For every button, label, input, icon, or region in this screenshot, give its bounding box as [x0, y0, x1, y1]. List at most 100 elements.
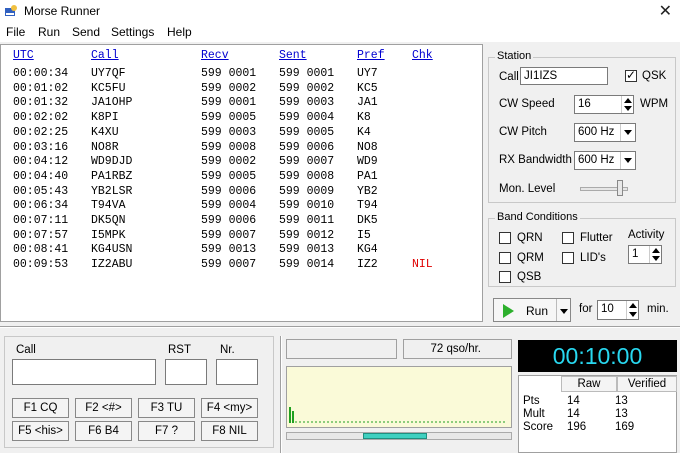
flutter-checkbox[interactable]	[562, 232, 574, 244]
log-row[interactable]: 00:02:25 K4XU 599 0003 599 0005 K4	[1, 126, 482, 140]
log-cell-call: K4XU	[91, 125, 119, 139]
band-conditions-title: Band Conditions	[495, 211, 580, 223]
f4-my-call-button[interactable]: F4 <my>	[201, 398, 258, 418]
rx-bandwidth-select[interactable]: 600 Hz	[574, 151, 636, 170]
log-cell-recv: 599 0005	[201, 169, 257, 183]
log-cell-recv: 599 0013	[201, 243, 257, 257]
log-cell-pref: T94	[357, 199, 378, 213]
qsb-checkbox[interactable]	[499, 271, 511, 283]
log-header-call: Call	[91, 49, 119, 62]
cw-pitch-select[interactable]: 600 Hz	[574, 123, 636, 142]
station-call-field[interactable]: JI1IZS	[520, 67, 608, 85]
spinner-arrows-icon[interactable]	[649, 246, 661, 263]
log-row[interactable]: 00:08:41 KG4USN 599 0013 599 0013 KG4	[1, 243, 482, 257]
chevron-down-icon[interactable]	[620, 152, 635, 169]
log-row[interactable]: 00:01:32 JA1OHP 599 0001 599 0003 JA1	[1, 96, 482, 110]
qso-log[interactable]: UTC Call Recv Sent Pref Chk 00:00:34 UY7Q…	[0, 44, 483, 322]
log-cell-chk: NIL	[412, 258, 433, 272]
mon-level-label: Mon. Level	[499, 183, 556, 195]
run-button[interactable]: Run	[493, 298, 571, 322]
menu-run[interactable]: Run	[38, 25, 60, 39]
qsk-checkbox[interactable]	[625, 68, 637, 82]
log-cell-utc: 00:03:16	[13, 140, 69, 154]
log-row[interactable]: 00:04:40 PA1RBZ 599 0005 599 0008 PA1	[1, 170, 482, 184]
score-verified: 13	[615, 408, 628, 420]
log-cell-pref: PA1	[357, 169, 378, 183]
log-header-recv: Recv	[201, 49, 229, 62]
f3-tu-button[interactable]: F3 TU	[138, 398, 195, 418]
log-cell-utc: 00:01:32	[13, 96, 69, 110]
f2-exchange-button[interactable]: F2 <#>	[75, 398, 132, 418]
log-cell-pref: KG4	[357, 243, 378, 257]
log-row[interactable]: 00:03:16 NO8R 599 0008 599 0006 NO8	[1, 141, 482, 155]
entry-nr-input[interactable]	[216, 359, 258, 385]
log-cell-call: K8PI	[91, 111, 119, 125]
log-cell-utc: 00:09:53	[13, 258, 69, 272]
log-cell-utc: 00:07:11	[13, 214, 69, 227]
log-header: UTC Call Recv Sent Pref Chk	[1, 49, 482, 63]
menu-help[interactable]: Help	[167, 25, 192, 39]
spinner-arrows-icon[interactable]	[626, 301, 638, 319]
log-cell-call: WD9DJD	[91, 155, 133, 169]
log-row[interactable]: 00:07:11 DK5QN 599 0006 599 0011 DK5	[1, 214, 482, 228]
log-cell-pref: WD9	[357, 155, 378, 169]
log-cell-call: PA1RBZ	[91, 169, 133, 183]
log-header-pref: Pref	[357, 49, 385, 62]
log-cell-call: IZ2ABU	[91, 258, 133, 272]
log-cell-sent: 599 0012	[279, 228, 335, 242]
f1-cq-button[interactable]: F1 CQ	[12, 398, 69, 418]
entry-call-input[interactable]	[12, 359, 156, 385]
run-minutes-spinner[interactable]: 10	[597, 300, 639, 320]
log-cell-call: DK5QN	[91, 214, 126, 227]
score-raw: 196	[567, 421, 587, 433]
activity-spinner[interactable]: 1	[628, 245, 662, 264]
score-header-verified: Verified	[617, 376, 677, 392]
log-row[interactable]: 00:02:02 K8PI 599 0005 599 0004 K8	[1, 111, 482, 125]
menu-settings[interactable]: Settings	[111, 25, 154, 39]
log-cell-pref: JA1	[357, 96, 378, 110]
menu-file[interactable]: File	[6, 25, 25, 39]
entry-rst-input[interactable]	[165, 359, 207, 385]
title-bar: Morse Runner ✕	[0, 0, 680, 22]
log-header-sent: Sent	[279, 49, 307, 62]
chevron-down-icon[interactable]	[620, 124, 635, 141]
mon-level-slider-thumb[interactable]	[617, 180, 623, 196]
qsk-label: QSK	[642, 70, 667, 82]
spinner-arrows-icon[interactable]	[621, 96, 633, 113]
log-row[interactable]: 00:05:43 YB2LSR 599 0006 599 0009 YB2	[1, 185, 482, 199]
log-cell-utc: 00:01:02	[13, 81, 69, 95]
f5-his-call-button[interactable]: F5 <his>	[12, 421, 69, 441]
graph-scrollbar-thumb[interactable]	[363, 433, 427, 439]
log-cell-utc: 00:06:34	[13, 199, 69, 213]
log-cell-call: T94VA	[91, 199, 126, 213]
rx-bandwidth-value: 600 Hz	[578, 154, 615, 166]
log-row[interactable]: 00:09:53 IZ2ABU 599 0007 599 0014 IZ2 NIL	[1, 258, 482, 272]
log-row[interactable]: 00:07:57 I5MPK 599 0007 599 0012 I5	[1, 229, 482, 243]
log-cell-call: JA1OHP	[91, 96, 133, 110]
elapsed-time-clock: 00:10:00	[518, 340, 677, 372]
qso-rate-text: 72 qso/hr.	[430, 343, 481, 355]
log-row[interactable]: 00:00:34 UY7QF 599 0001 599 0001 UY7	[1, 67, 482, 81]
cw-speed-spinner[interactable]: 16	[574, 95, 634, 114]
log-cell-utc: 00:04:12	[13, 155, 69, 169]
log-cell-sent: 599 0003	[279, 96, 335, 110]
log-row[interactable]: 00:04:12 WD9DJD 599 0002 599 0007 WD9	[1, 155, 482, 169]
log-cell-call: I5MPK	[91, 228, 126, 242]
bottom-divider	[280, 336, 282, 453]
log-row[interactable]: 00:01:02 KC5FU 599 0002 599 0002 KC5	[1, 82, 482, 96]
f6-b4-button[interactable]: F6 B4	[75, 421, 132, 441]
qrn-checkbox[interactable]	[499, 232, 511, 244]
menu-send[interactable]: Send	[72, 25, 100, 39]
log-cell-sent: 599 0007	[279, 155, 335, 169]
log-cell-call: KC5FU	[91, 81, 126, 95]
lids-checkbox[interactable]	[562, 252, 574, 264]
f8-nil-button[interactable]: F8 NIL	[201, 421, 258, 441]
f7-query-button[interactable]: F7 ?	[138, 421, 195, 441]
log-row[interactable]: 00:06:34 T94VA 599 0004 599 0010 T94	[1, 199, 482, 213]
rate-graph	[286, 366, 512, 428]
qrm-checkbox[interactable]	[499, 252, 511, 264]
chevron-down-icon[interactable]	[556, 299, 570, 321]
log-cell-sent: 599 0011	[279, 214, 335, 227]
close-icon[interactable]: ✕	[659, 1, 672, 21]
log-cell-sent: 599 0013	[279, 243, 335, 257]
